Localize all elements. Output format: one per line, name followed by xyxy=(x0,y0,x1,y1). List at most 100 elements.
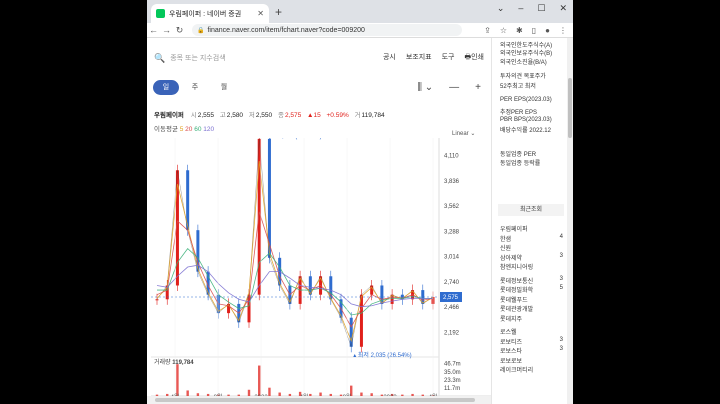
sidepanel-icon[interactable]: ▯ xyxy=(532,26,536,35)
recent-item[interactable]: 레이크머티리 xyxy=(500,365,573,374)
recent-item[interactable]: 신원 xyxy=(500,243,573,252)
scale-toggle[interactable]: Linear ⌄ xyxy=(452,130,475,137)
share-icon[interactable]: ⇪ xyxy=(484,26,491,35)
y-tick-label: 3,014 xyxy=(444,255,460,261)
metric-row: 투자의견 목표주가 xyxy=(500,74,546,80)
recent-item[interactable]: 롯데웰푸드 xyxy=(500,295,573,304)
horizontal-scrollbar[interactable] xyxy=(147,396,491,404)
recent-item-count: 3 xyxy=(559,275,563,282)
right-scroll-thumb[interactable] xyxy=(568,78,572,138)
recent-item[interactable]: 롯데정보통신 3 xyxy=(500,276,573,285)
volume-bar xyxy=(176,364,179,396)
search-input[interactable]: 종목 또는 지수검색 xyxy=(170,53,225,63)
url-text: finance.naver.com/item/fchart.naver?code… xyxy=(207,26,365,34)
url-field[interactable]: 🔒 finance.naver.com/item/fchart.naver?co… xyxy=(192,24,462,36)
new-tab-button[interactable]: + xyxy=(275,5,282,19)
close-value: 2,575 xyxy=(284,112,302,119)
high-value: 2,580 xyxy=(226,112,244,119)
horizontal-scroll-thumb[interactable] xyxy=(155,398,475,402)
recent-item-name: 레이크머티리 xyxy=(500,368,534,374)
forward-icon[interactable]: → xyxy=(160,25,173,35)
reload-icon[interactable]: ↻ xyxy=(173,25,186,36)
recent-item[interactable]: 한샘 4 xyxy=(500,234,573,243)
profile-avatar-icon[interactable]: ● xyxy=(545,26,550,35)
open-label: 시 xyxy=(190,112,197,119)
min-annotation: ▴ 최저 2,035 (26.54%) xyxy=(353,351,411,359)
back-icon[interactable]: ← xyxy=(147,25,160,35)
chart-toolbar: 🔍 종목 또는 지수검색 공시 보조지표 도구 🖶인쇄 xyxy=(147,50,491,66)
recent-item-name: 참엔지니어링 xyxy=(500,265,534,271)
metric-row: PER EPS(2023.03) xyxy=(500,97,552,103)
scale-label: Linear xyxy=(452,131,469,137)
minimize-icon[interactable]: – xyxy=(518,3,523,14)
max-annotation: ▾ 최고 4,290 (-39.98%) xyxy=(261,138,321,140)
search-icon[interactable]: 🔍 xyxy=(154,53,165,64)
close-window-icon[interactable]: ✕ xyxy=(559,3,567,14)
candle-type-icon[interactable]: ⫼ ⌄ xyxy=(417,82,433,93)
recent-item-name: 롯데정밀화학 xyxy=(500,288,534,294)
menu-dots-icon[interactable]: ⋮ xyxy=(559,26,567,35)
tab-close-icon[interactable]: ✕ xyxy=(257,9,264,18)
menu-tools[interactable]: 도구 xyxy=(442,52,455,64)
chart-pane: 🔍 종목 또는 지수검색 공시 보조지표 도구 🖶인쇄 일 주 월 ⫼ ⌄ — … xyxy=(147,38,491,404)
recent-views-header[interactable]: 최근조회 xyxy=(498,204,564,216)
recent-item[interactable]: 로스웰 xyxy=(500,327,573,336)
lock-icon: 🔒 xyxy=(197,27,205,34)
metric-row: 52주최고 최저 xyxy=(500,84,536,90)
recent-item-name: 롯데관광개발 xyxy=(500,307,534,313)
volume-bar xyxy=(268,387,271,396)
recent-item-name: 우림페이퍼 xyxy=(500,227,528,233)
maximize-icon[interactable]: ☐ xyxy=(537,3,545,14)
recent-item[interactable]: 로보티즈 3 xyxy=(500,337,573,346)
period-week-button[interactable]: 주 xyxy=(182,80,208,95)
ma120-legend[interactable]: 120 xyxy=(203,126,214,133)
toolbar-menu: 공시 보조지표 도구 🖶인쇄 xyxy=(383,52,491,64)
price-info: 우림페이퍼 시2,555 고2,580 저2,550 종2,575 ▲15 +0… xyxy=(154,109,389,119)
menu-print[interactable]: 🖶인쇄 xyxy=(465,52,485,64)
recent-item[interactable]: 롯데정밀화학 5 xyxy=(500,285,573,294)
current-price-label: 2,575 xyxy=(443,295,459,301)
menu-indicators[interactable]: 보조지표 xyxy=(406,52,432,64)
open-value: 2,555 xyxy=(197,112,214,119)
zoom-in-icon[interactable]: + xyxy=(475,82,481,93)
recent-item[interactable]: 참엔지니어링 xyxy=(500,262,573,271)
chevron-down-icon[interactable]: ⌄ xyxy=(497,3,505,14)
metric-row: 배당수익률 2022.12 xyxy=(500,128,551,134)
y-tick-label: 3,836 xyxy=(444,179,460,185)
candle-body xyxy=(155,299,159,301)
recent-item[interactable]: 롯데지주 xyxy=(500,314,573,323)
recent-item[interactable]: 우림페이퍼 xyxy=(500,224,573,233)
recent-item[interactable]: 로보로보 xyxy=(500,356,573,365)
menu-disclosure[interactable]: 공시 xyxy=(383,52,396,64)
ma5-legend[interactable]: 5 xyxy=(180,126,184,133)
period-month-button[interactable]: 월 xyxy=(211,80,237,95)
volume-tick-label: 11.7m xyxy=(444,386,460,392)
ma-label: 이동평균 xyxy=(154,126,178,133)
recent-item-name: 삼아제약 xyxy=(500,255,523,262)
extensions-icon[interactable]: ✱ xyxy=(516,26,523,35)
low-label: 저 xyxy=(248,112,255,119)
recent-item[interactable]: 롯데관광개발 xyxy=(500,304,573,313)
volume-value: 119,784 xyxy=(361,112,385,119)
ma60-legend[interactable]: 60 xyxy=(194,126,201,133)
y-tick-label: 2,466 xyxy=(444,305,460,311)
recent-item[interactable]: 삼아제약 3 xyxy=(500,253,573,262)
zoom-out-icon[interactable]: — xyxy=(449,82,459,93)
recent-item[interactable]: 로보스타 3 xyxy=(500,346,573,355)
stock-name: 우림페이퍼 xyxy=(154,112,184,119)
browser-tab[interactable]: 우림페이퍼 : 네이버 증권 ✕ xyxy=(151,4,269,23)
print-label: 인쇄 xyxy=(471,54,484,61)
period-day-button[interactable]: 일 xyxy=(153,79,179,95)
right-scrollbar[interactable] xyxy=(567,38,573,404)
y-tick-label: 4,110 xyxy=(444,154,459,160)
recent-item-count: 3 xyxy=(559,252,563,259)
stock-chart[interactable]: 4,110 3,836 3,562 3,288 3,014 2,740 2,466 2,192… xyxy=(147,138,491,400)
naver-favicon-icon xyxy=(156,9,165,18)
metric-row: 동일업종 PER xyxy=(500,152,537,158)
metric-row: 외국인소진율(B/A) xyxy=(500,60,547,66)
chart-tools: ⫼ ⌄ — + xyxy=(417,82,483,93)
low-value: 2,550 xyxy=(255,112,273,119)
volume-pane-value: 119,784 xyxy=(172,360,194,366)
bookmark-star-icon[interactable]: ☆ xyxy=(500,26,507,35)
ma20-legend[interactable]: 20 xyxy=(185,126,192,133)
